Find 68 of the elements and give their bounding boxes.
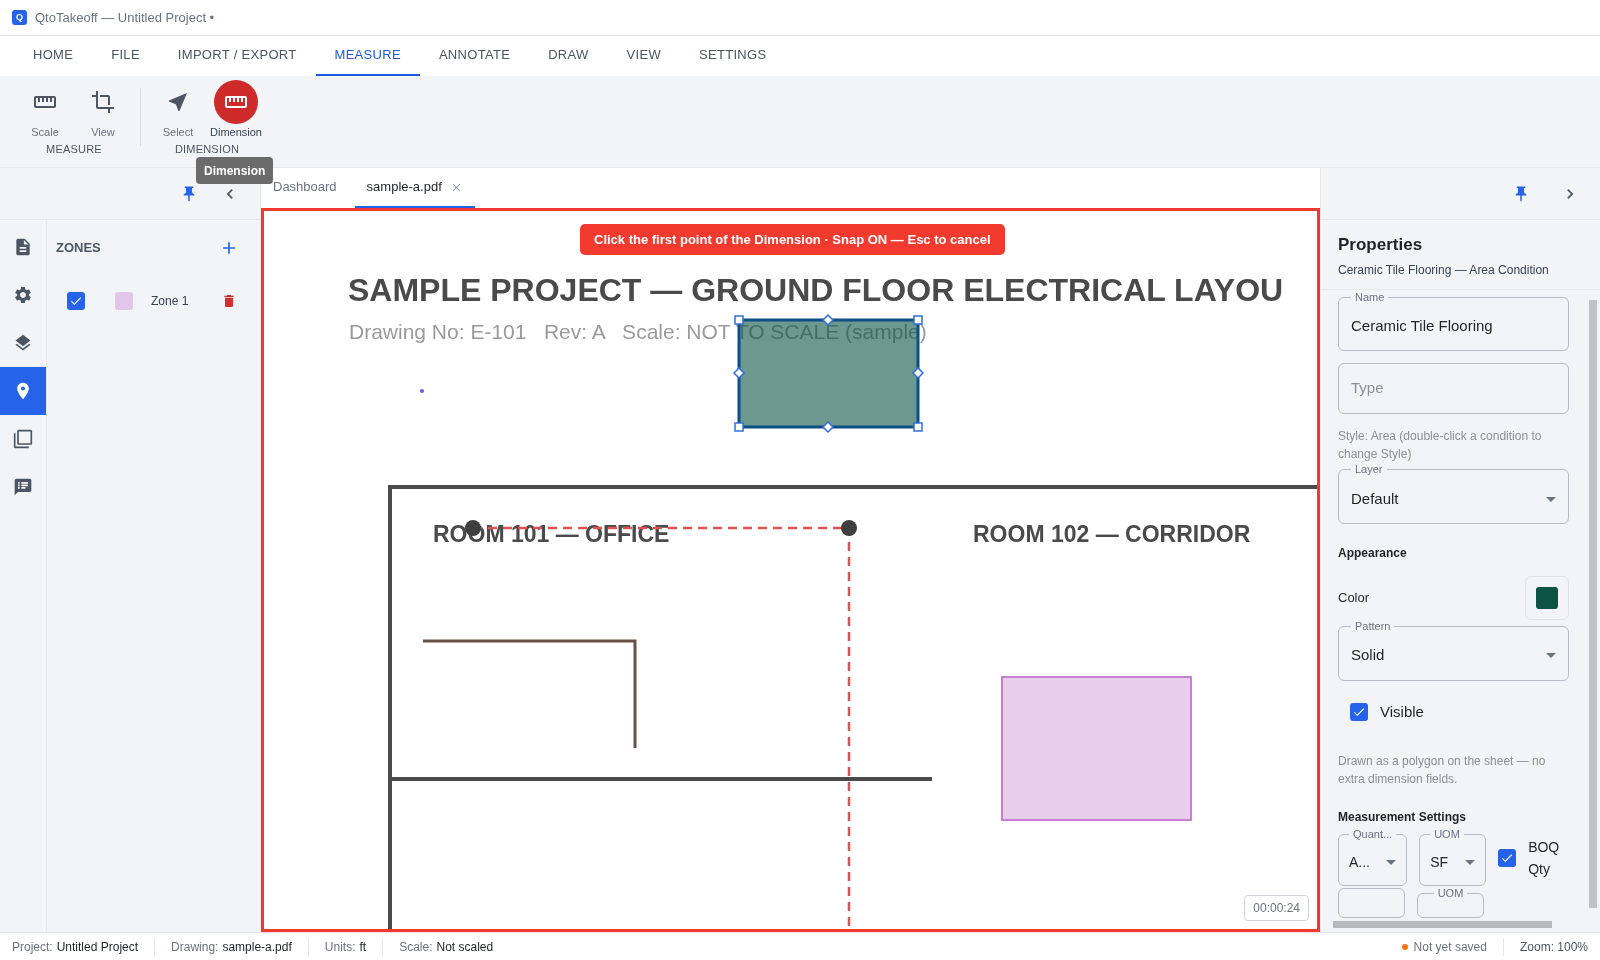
status-value: Untitled Project: [56, 938, 139, 956]
timer: 00:00:24: [1244, 895, 1309, 921]
uom-select[interactable]: UOM: [1417, 888, 1484, 918]
menu-tab[interactable]: VIEW: [607, 36, 681, 76]
status-label: Drawing:: [171, 938, 219, 956]
app-logo: Q: [12, 10, 27, 25]
delete-icon[interactable]: [221, 293, 237, 309]
panel-title: ZONES: [56, 239, 101, 258]
caret-icon: [1546, 496, 1556, 502]
drawing-title: SAMPLE PROJECT — GROUND FLOOR ELECTRICAL LAYOU: [348, 271, 1284, 310]
menu-tab[interactable]: IMPORT / EXPORT: [158, 36, 316, 76]
window-title: QtoTakeoff — Untitled Project •: [35, 8, 215, 27]
status-label: Project:: [12, 938, 53, 956]
document-icon: [13, 237, 33, 257]
tool-button[interactable]: View: [78, 80, 128, 141]
layers-icon: [13, 333, 33, 353]
copy-icon: [13, 429, 33, 449]
section-title: Measurement Settings: [1338, 809, 1468, 826]
color-label: Color: [1338, 589, 1370, 608]
uom-select[interactable]: UOM SF: [1419, 829, 1487, 886]
point-marker: [420, 389, 424, 393]
horizontal-scrollbar[interactable]: [1333, 921, 1552, 928]
menu-tab[interactable]: HOME: [14, 36, 93, 76]
hint-banner: Click the first point of the Dimension · Snap ON — Esc to cancel: [580, 224, 1005, 255]
tool-button[interactable]: Select: [153, 80, 203, 141]
note-icon: [13, 477, 33, 497]
style-note: Style: Area (double-click a condition to change Style): [1338, 428, 1543, 464]
quantity-select[interactable]: Quant... A...: [1338, 829, 1408, 886]
status-value: Not scaled: [436, 938, 494, 956]
menu-tab[interactable]: FILE: [92, 36, 159, 76]
zone-name: Zone 1: [151, 293, 190, 310]
group-label: MEASURE: [46, 141, 102, 157]
zoom-level: Zoom: 100%: [1518, 938, 1588, 956]
tooltip: Dimension: [196, 157, 274, 184]
status-label: Units:: [324, 938, 356, 956]
caret-icon: [1546, 653, 1556, 659]
panel-title: Properties: [1338, 234, 1424, 256]
status-label: Scale:: [399, 938, 433, 956]
vertical-scrollbar[interactable]: [1589, 299, 1597, 908]
settings-icon: [13, 285, 33, 305]
layer-select[interactable]: Layer Default: [1338, 464, 1569, 524]
menu-tab[interactable]: DRAW: [529, 36, 608, 76]
checkbox-label: BOQ Qty: [1528, 837, 1561, 879]
section-title: Appearance: [1338, 544, 1408, 562]
pointer-arrow-icon: [166, 90, 190, 114]
group-label: DIMENSION: [174, 141, 240, 157]
info-note: Drawn as a polygon on the sheet — no extra dimension fields.: [1338, 753, 1547, 788]
status-value: ft: [359, 938, 367, 956]
check-icon: [69, 294, 83, 308]
crop-icon: [91, 90, 115, 114]
caret-icon: [1386, 860, 1397, 865]
checkbox[interactable]: [67, 292, 85, 310]
menu-tab[interactable]: ANNOTATE: [419, 36, 530, 76]
checkbox[interactable]: [1498, 848, 1517, 867]
checkbox-label: Visible: [1380, 701, 1424, 722]
status-value: sample-a.pdf: [222, 938, 292, 956]
drawing-canvas[interactable]: [261, 208, 1320, 932]
pattern-select[interactable]: Pattern Solid: [1338, 620, 1569, 681]
menu-tab[interactable]: SETTINGS: [680, 36, 786, 76]
color-picker-button[interactable]: [1525, 575, 1569, 620]
tool-button[interactable]: Scale: [20, 80, 70, 141]
caret-icon: [1465, 860, 1476, 865]
rail-button[interactable]: [0, 367, 46, 415]
save-status: Not yet saved: [1413, 937, 1504, 956]
name-field[interactable]: Name Ceramic Tile Flooring: [1338, 291, 1569, 352]
room-label: ROOM 102 — CORRIDOR: [973, 520, 1251, 549]
checkbox[interactable]: [1350, 702, 1368, 721]
panel-subtitle: Ceramic Tile Flooring — Area Condition: [1338, 261, 1550, 279]
